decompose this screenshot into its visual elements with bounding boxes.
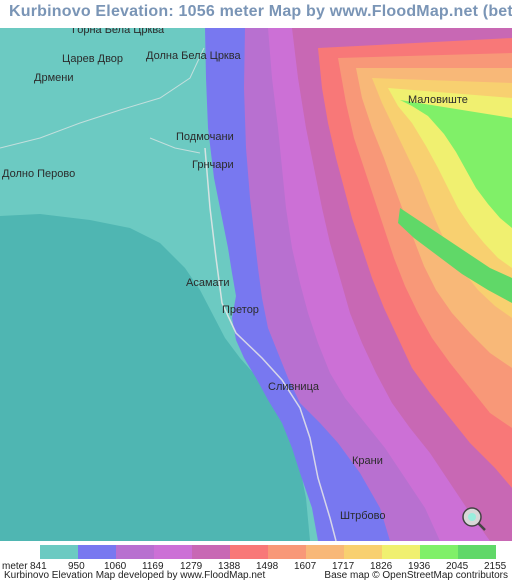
legend-swatch [344,545,382,559]
place-label: Грнчари [192,159,234,171]
footer-credit-osm[interactable]: Base map © OpenStreetMap contributors [324,570,508,581]
footer-credit-floodmap[interactable]: Kurbinovo Elevation Map developed by www… [4,570,265,581]
place-label: Долна Бела Црква [146,50,241,62]
place-label: Горна Бела Црква [72,28,165,36]
legend-swatch [116,545,154,559]
legend-swatch [192,545,230,559]
map-title: Kurbinovo Elevation: 1056 meter Map by w… [9,3,512,20]
legend-swatch [154,545,192,559]
place-label: Претор [222,304,259,316]
legend-swatch [420,545,458,559]
legend-swatch [230,545,268,559]
footer: Kurbinovo Elevation Map developed by www… [0,570,512,582]
place-label: Сливница [268,381,319,393]
legend-swatch [306,545,344,559]
place-label: Дрмени [34,72,74,84]
place-label: Асамати [186,277,230,289]
title-bar: Kurbinovo Elevation: 1056 meter Map by w… [0,0,512,28]
place-label: Крани [352,455,383,467]
openstreetmap-logo-icon [462,507,486,531]
place-label: Долно Перово [2,168,76,180]
place-label: Маловиште [408,94,468,106]
elevation-map[interactable]: Горна Бела Црква Царев Двор Долна Бела Ц… [0,28,512,541]
elevation-legend [0,541,512,561]
legend-swatch [40,545,78,559]
place-label: Подмочани [176,131,234,143]
legend-swatch [382,545,420,559]
legend-swatch [458,545,496,559]
place-label: Штрбово [340,510,386,522]
legend-swatch [268,545,306,559]
legend-swatch [78,545,116,559]
place-label: Царев Двор [62,53,124,65]
